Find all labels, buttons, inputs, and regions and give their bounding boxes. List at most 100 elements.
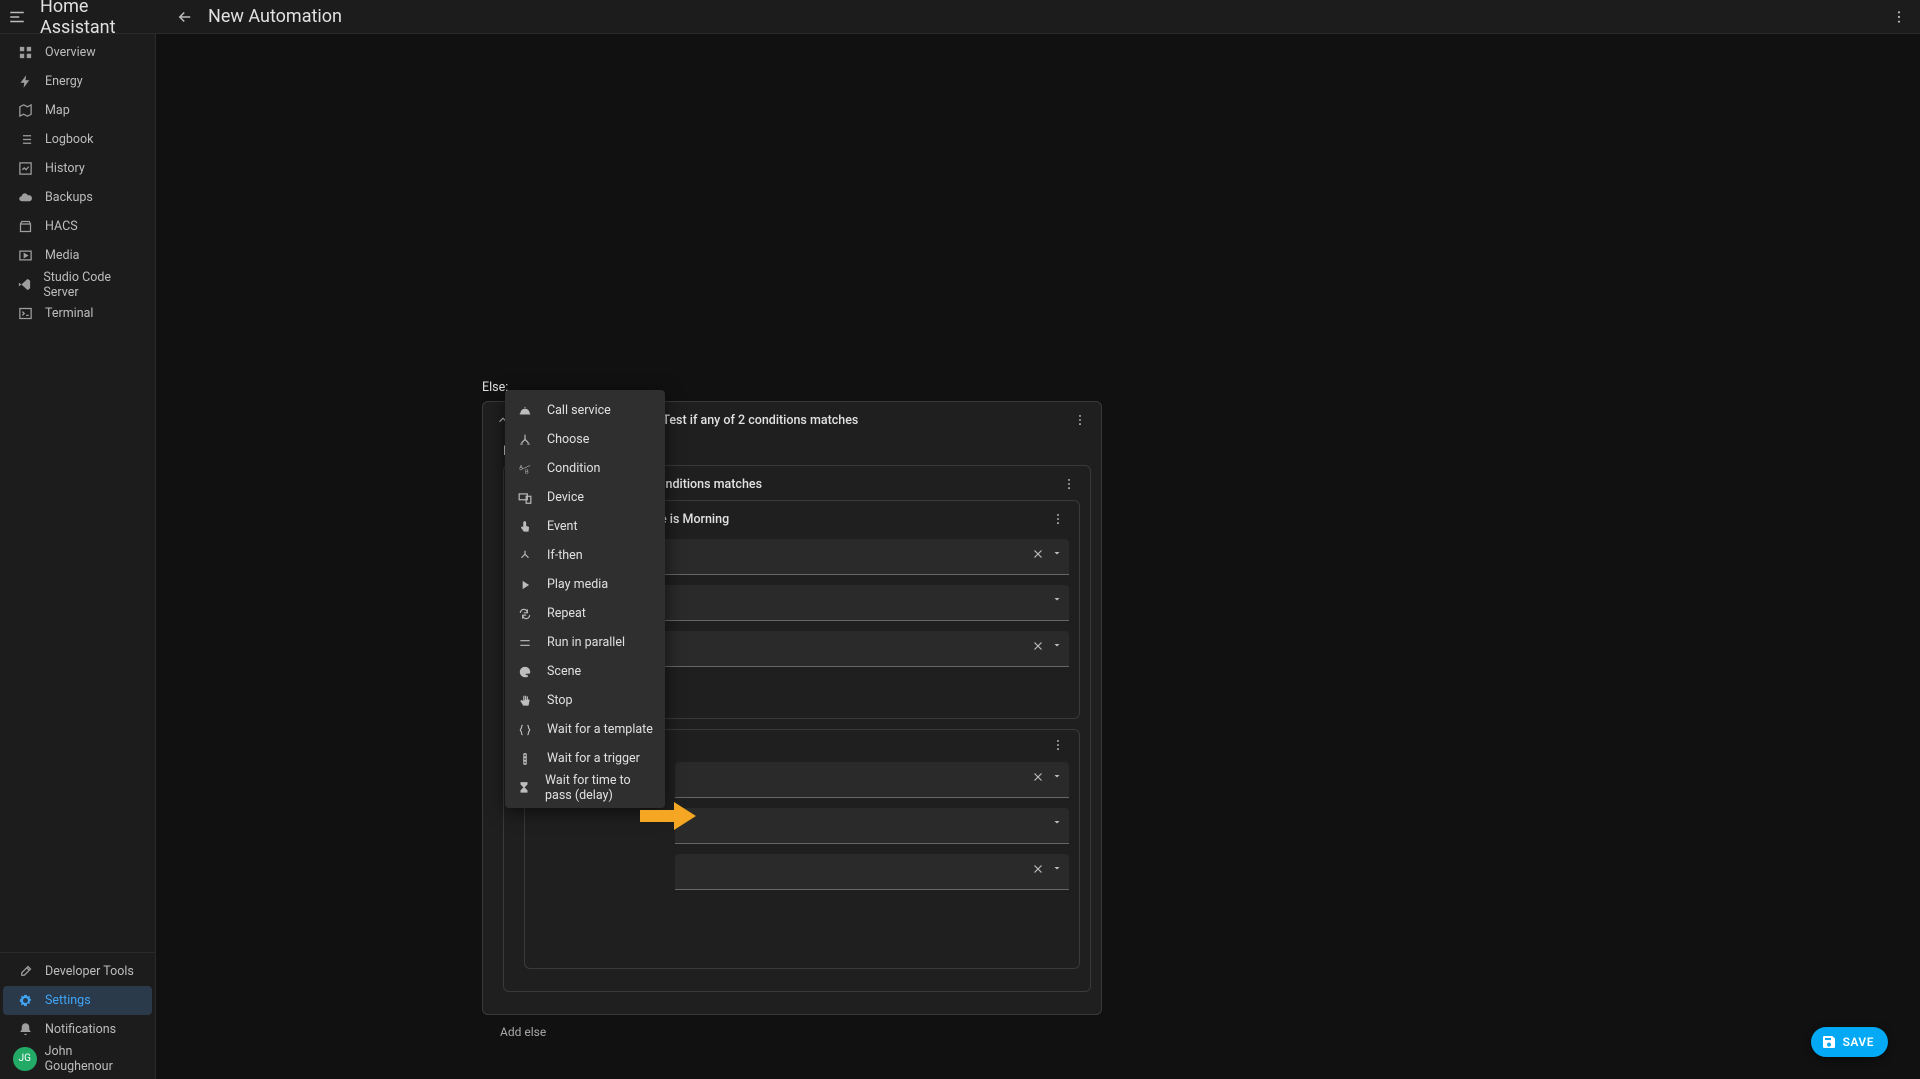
panel-overflow-button[interactable] <box>1047 738 1069 752</box>
sidebar-item-user[interactable]: JG John Goughenour <box>3 1044 152 1073</box>
state-field-2[interactable] <box>675 854 1069 890</box>
close-icon <box>1031 770 1045 784</box>
clear-button[interactable] <box>1031 639 1045 653</box>
sidebar-item-label: Studio Code Server <box>43 270 142 300</box>
sidebar-item-label: Notifications <box>45 1022 116 1037</box>
dots-vertical-icon <box>1051 738 1065 752</box>
panel-overflow-button[interactable] <box>1047 512 1069 526</box>
menu-item-label: Event <box>547 519 578 534</box>
caret-down-icon <box>1051 593 1063 605</box>
menu-item-label: Repeat <box>547 606 586 621</box>
editor-scroll[interactable]: Else: Perform an action if: Test if any … <box>156 34 1904 1079</box>
play-icon <box>518 578 532 592</box>
sidebar-item-label: Energy <box>45 74 83 89</box>
panel-overflow-button[interactable] <box>1058 477 1080 491</box>
menu-item-if-then[interactable]: If-then <box>505 541 665 570</box>
menu-item-repeat[interactable]: Repeat <box>505 599 665 628</box>
add-else-button[interactable]: Add else <box>500 1025 1102 1039</box>
parallel-icon <box>518 636 532 650</box>
menu-item-choose[interactable]: Choose <box>505 425 665 454</box>
dropdown-button[interactable] <box>1051 816 1063 828</box>
sidebar-item-backups[interactable]: Backups <box>3 183 152 212</box>
clear-button[interactable] <box>1031 547 1045 561</box>
dots-vertical-icon <box>1062 477 1076 491</box>
lightning-icon <box>18 74 33 89</box>
caret-down-icon <box>1051 770 1063 782</box>
sidebar-item-label: History <box>45 161 85 176</box>
panel-over ots-vertical-icon[interactable] <box>1069 413 1091 427</box>
sidebar-item-label: Media <box>45 248 79 263</box>
dropdown-button[interactable] <box>1051 547 1063 561</box>
menu-item-stop[interactable]: Stop <box>505 686 665 715</box>
sidebar-item-label: Map <box>45 103 70 118</box>
sidebar-item-label: Developer Tools <box>45 964 134 979</box>
dropdown-button[interactable] <box>1051 770 1063 784</box>
store-icon <box>18 219 33 234</box>
sidebar-item-media[interactable]: Media <box>3 241 152 270</box>
sidebar-item-map[interactable]: Map <box>3 96 152 125</box>
save-button[interactable]: SAVE <box>1811 1027 1888 1057</box>
menu-item-event[interactable]: Event <box>505 512 665 541</box>
gesture-tap-icon <box>518 520 532 534</box>
dropdown-button[interactable] <box>1051 862 1063 876</box>
user-avatar: JG <box>13 1047 37 1071</box>
menu-item-wait-template[interactable]: Wait for a template <box>505 715 665 744</box>
clear-button[interactable] <box>1031 862 1045 876</box>
sidebar-item-hacs[interactable]: HACS <box>3 212 152 241</box>
dropdown-button[interactable] <box>1051 593 1063 605</box>
sidebar-item-terminal[interactable]: Terminal <box>3 299 152 328</box>
menu-item-label: Call service <box>547 403 611 418</box>
sidebar-item-devtools[interactable]: Developer Tools <box>3 957 152 986</box>
hamburger-icon <box>8 8 26 26</box>
traffic-light-icon <box>518 752 532 766</box>
sidebar-item-label: HACS <box>45 219 78 234</box>
sidebar-item-label: Settings <box>45 993 91 1008</box>
sidebar-item-label: Terminal <box>45 306 93 321</box>
gear-icon <box>18 993 33 1008</box>
menu-item-label: Device <box>547 490 584 505</box>
menu-item-label: Choose <box>547 432 589 447</box>
hand-icon <box>518 694 532 708</box>
sidebar-item-notifications[interactable]: Notifications <box>3 1015 152 1044</box>
menu-item-label: If-then <box>547 548 583 563</box>
save-label: SAVE <box>1843 1035 1874 1049</box>
menu-item-label: Wait for time to pass (delay) <box>545 773 653 803</box>
attribute-field-2[interactable] <box>675 808 1069 844</box>
caret-down-icon <box>1051 816 1063 828</box>
close-icon <box>1031 639 1045 653</box>
clear-button[interactable] <box>1031 770 1045 784</box>
menu-toggle-button[interactable] <box>0 0 34 34</box>
menu-item-play-media[interactable]: Play media <box>505 570 665 599</box>
page-overflow-button[interactable] <box>1882 0 1916 34</box>
user-name-label: John Goughenour <box>45 1044 142 1074</box>
sidebar-item-history[interactable]: History <box>3 154 152 183</box>
dropdown-button[interactable] <box>1051 639 1063 653</box>
menu-item-condition[interactable]: ABCondition <box>505 454 665 483</box>
sidebar-item-studio-code[interactable]: Studio Code Server <box>3 270 152 299</box>
sidebar-item-logbook[interactable]: Logbook <box>3 125 152 154</box>
hammer-icon <box>18 964 33 979</box>
map-icon <box>18 103 33 118</box>
caret-down-icon <box>1051 639 1063 651</box>
menu-item-device[interactable]: Device <box>505 483 665 512</box>
sidebar-item-settings[interactable]: Settings <box>3 986 152 1015</box>
branch-icon <box>518 549 532 563</box>
back-button[interactable] <box>168 0 202 34</box>
sidebar-item-label: Backups <box>45 190 93 205</box>
action-type-menu: Call service Choose ABCondition Device E… <box>505 390 665 808</box>
menu-item-wait-trigger[interactable]: Wait for a trigger <box>505 744 665 773</box>
menu-item-label: Play media <box>547 577 608 592</box>
menu-item-scene[interactable]: Scene <box>505 657 665 686</box>
menu-item-parallel[interactable]: Run in parallel <box>505 628 665 657</box>
caret-down-icon <box>1051 862 1063 874</box>
entity-field-2[interactable] <box>675 762 1069 798</box>
menu-item-wait-delay[interactable]: Wait for time to pass (delay) <box>505 773 665 802</box>
close-icon <box>1031 862 1045 876</box>
sidebar-item-overview[interactable]: Overview <box>3 38 152 67</box>
room-service-icon <box>518 404 532 418</box>
menu-item-call-service[interactable]: Call service <box>505 396 665 425</box>
sidebar-item-energy[interactable]: Energy <box>3 67 152 96</box>
close-icon <box>1031 547 1045 561</box>
annotation-arrow-icon <box>640 802 696 830</box>
menu-item-label: Wait for a template <box>547 722 653 737</box>
